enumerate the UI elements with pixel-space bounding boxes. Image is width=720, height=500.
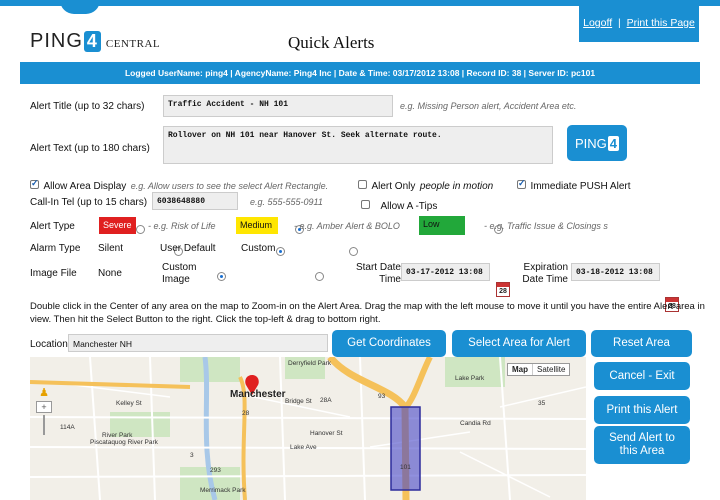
medium-level: Medium [236,217,278,234]
medium-hint: - e.g. Amber Alert & BOLO [294,221,400,231]
expiration-date-label: Expiration Date Time [522,262,568,285]
map-type-satellite-button[interactable]: Satellite [533,364,569,375]
reset-area-button[interactable]: Reset Area [591,330,692,357]
alert-only-checkbox[interactable] [358,180,367,190]
immediate-push-row: Immediate PUSH Alert [517,176,631,194]
map-label-rt28a: 28A [320,397,332,404]
logo-blob [60,0,100,14]
immediate-push-label: Immediate PUSH Alert [530,181,631,192]
callin-label: Call-In Tel (up to 15 chars) [30,197,148,208]
map-label-bridge: Bridge St [285,398,312,405]
print-alert-button[interactable]: Print this Alert [594,396,690,424]
map-label-manchester: Manchester [230,389,286,400]
silent-label: Silent [98,243,124,254]
map-view[interactable]: Manchester Kelley St River Park Piscataq… [30,357,586,500]
map-label-lake-ave: Lake Ave [290,444,317,451]
map-label-rt35: 35 [538,400,546,407]
map-label-river-park: River Park [102,432,133,439]
start-calendar-icon[interactable]: 28 [496,282,510,297]
logoff-link[interactable]: Logoff [583,17,612,29]
map-label-rt93: 93 [378,393,386,400]
alert-only-row: Alert Only people in motion [358,176,493,194]
custom-alarm-radio[interactable] [349,247,359,256]
severe-level: Severe [99,217,136,234]
map-label-rt293: 293 [210,467,221,474]
user-default-label: User Default [160,243,216,254]
alert-type-label: Alert Type [30,221,75,232]
callin-hint: e.g. 555-555-0911 [250,197,323,207]
map-label-rt101: 101 [400,464,411,471]
cancel-exit-button[interactable]: Cancel - Exit [594,362,690,390]
map-label-hanover: Hanover St [310,430,343,437]
map-label-rt114a: 114A [60,424,75,431]
alert-title-input[interactable]: Traffic Accident - NH 101 [163,95,393,117]
image-none-radio[interactable] [216,272,226,281]
severe-hint: - e.g. Risk of Life [148,221,216,231]
severe-radio[interactable] [136,225,145,234]
image-file-label: Image File [30,268,77,279]
alert-text-input[interactable]: Rollover on NH 101 near Hanover St. Seek… [163,126,553,164]
map-type-control: Map Satellite [507,363,571,376]
user-default-radio[interactable] [275,247,285,256]
session-info-bar: Logged UserName: ping4 | AgencyName: Pin… [20,62,700,84]
immediate-push-checkbox[interactable] [517,178,526,190]
allow-area-display-label: Allow Area Display [43,181,127,192]
expiration-date-input[interactable]: 03-18-2012 13:08 [571,263,660,281]
alarm-type-label: Alarm Type [30,243,81,254]
alert-text-label: Alert Text (up to 180 chars) [30,143,150,154]
get-coordinates-button[interactable]: Get Coordinates [332,330,446,357]
image-none-label: None [98,268,122,279]
start-date-input[interactable]: 03-17-2012 13:08 [401,263,490,281]
start-date-label: Start Date Time [355,262,401,285]
alert-title-hint: e.g. Missing Person alert, Accident Area… [400,101,577,111]
map-type-map-button[interactable]: Map [508,364,533,375]
custom-image-label: Custom Image [162,262,197,285]
ping4-logo: PING 4 CENTRAL [30,30,161,52]
custom-alarm-label: Custom [241,243,276,254]
allow-tips-row: Allow A -Tips [361,196,437,214]
map-label-piscataquog: Piscataquog River Park [90,439,159,446]
custom-image-radio[interactable] [315,272,325,281]
map-canvas[interactable]: Manchester Kelley St River Park Piscataq… [30,357,586,500]
map-label-rt3: 3 [190,452,194,459]
allow-tips-checkbox[interactable] [361,200,370,210]
location-input[interactable]: Manchester NH [68,334,328,352]
low-level: Low [419,216,465,235]
map-zoom-control: ♟ + [36,386,52,437]
allow-area-display-hint: e.g. Allow users to see the select Alert… [130,181,329,191]
map-label-derryfield: Derryfield Park [288,360,332,367]
selected-alert-area[interactable] [390,406,421,491]
map-label-lake-park: Lake Park [455,375,485,382]
map-label-candia: Candia Rd [460,420,491,427]
send-alert-button[interactable]: Send Alert to this Area [594,426,690,464]
allow-tips-label: Allow A -Tips [380,201,438,212]
allow-area-display-checkbox[interactable] [30,178,39,190]
select-area-button[interactable]: Select Area for Alert [452,330,586,357]
alert-title-label: Alert Title (up to 32 chars) [30,101,145,112]
map-label-merrimack: Merrimack Park [200,487,246,494]
map-instructions: Double click in the Center of any area o… [30,301,705,325]
map-label-rt28: 28 [242,410,250,417]
callin-input[interactable]: 6038648880 [152,192,238,210]
ping4-badge: PING 4 [567,125,627,161]
map-label-kelley: Kelley St [116,400,142,407]
location-label: Location [30,339,68,350]
pegman-icon[interactable]: ♟ [36,386,52,399]
top-links: Logoff | Print this Page [579,6,699,42]
print-page-link[interactable]: Print this Page [627,17,695,29]
page-title: Quick Alerts [288,33,375,52]
low-hint: - e.g. Traffic Issue & Closings s [484,221,608,231]
zoom-slider[interactable] [43,415,45,435]
zoom-in-icon[interactable]: + [36,401,52,413]
